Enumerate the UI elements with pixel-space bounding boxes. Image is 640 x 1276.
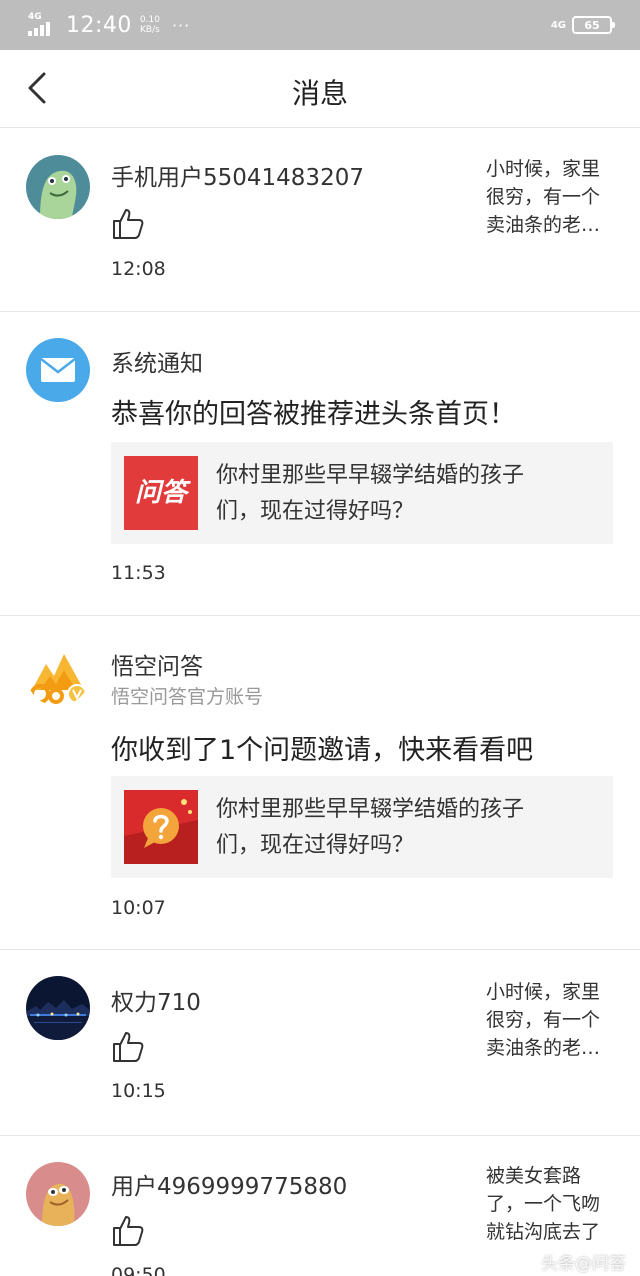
dinosaur-avatar-icon xyxy=(26,155,90,219)
message-headline: 你收到了1个问题邀请，快来看看吧 xyxy=(111,735,534,766)
question-card[interactable]: 问答 你村里那些早早辍学结婚的孩子 们，现在过得好吗？ xyxy=(111,442,613,544)
battery-icon: 65 xyxy=(572,16,615,34)
preview-line: 小时候，家里 xyxy=(486,981,601,1003)
message-time: 11:53 xyxy=(111,562,166,584)
card-title-line: 们，现在过得好吗？ xyxy=(216,833,415,858)
avatar[interactable] xyxy=(26,338,90,402)
sender-name[interactable]: 系统通知 xyxy=(111,344,203,378)
preview-line: 很穷，有一个 xyxy=(486,186,601,208)
network-type-label: 4G xyxy=(28,12,42,22)
question-card[interactable]: 你村里那些早早辍学结婚的孩子 们，现在过得好吗？ xyxy=(111,776,613,878)
question-bubble-icon xyxy=(124,799,198,864)
card-title-line: 你村里那些早早辍学结婚的孩子 xyxy=(216,797,525,822)
message-time: 12:08 xyxy=(111,258,166,280)
more-notifications-icon: ··· xyxy=(171,15,191,35)
question-bubble-thumbnail xyxy=(124,790,198,864)
message-preview[interactable]: 小时候，家里 很穷，有一个 卖油条的老… xyxy=(486,978,618,1062)
message-item[interactable]: 权力710 10:15 小时候，家里 很穷，有一个 卖油条的老… xyxy=(0,950,640,1136)
message-preview[interactable]: 小时候，家里 很穷，有一个 卖油条的老… xyxy=(486,155,618,239)
card-title: 你村里那些早早辍学结婚的孩子 们，现在过得好吗？ xyxy=(216,792,596,864)
status-bar: 4G 12:40 0.10 KB/s ··· 4G 65 xyxy=(0,0,640,50)
network-type-right: 4G xyxy=(550,19,566,31)
sender-subtitle: 悟空问答官方账号 xyxy=(111,686,264,708)
card-title-line: 你村里那些早早辍学结婚的孩子 xyxy=(216,463,525,488)
battery-level: 65 xyxy=(584,18,600,32)
avatar[interactable] xyxy=(26,155,90,219)
cartoon-avatar-icon xyxy=(26,1162,90,1226)
preview-line: 了，一个飞吻 xyxy=(486,1193,601,1215)
preview-line: 被美女套路 xyxy=(486,1165,582,1187)
avatar[interactable] xyxy=(26,1162,90,1226)
speed-value: 0.10 xyxy=(139,15,160,25)
sender-name[interactable]: 权力710 xyxy=(111,983,201,1017)
speed-unit: KB/s xyxy=(140,25,160,35)
preview-line: 卖油条的老… xyxy=(486,1037,601,1059)
preview-line: 就钻沟底去了 xyxy=(486,1221,601,1243)
sender-name[interactable]: 手机用户55041483207 xyxy=(111,158,364,192)
network-speed: 0.10 KB/s xyxy=(140,15,160,35)
message-time: 09:50 xyxy=(111,1264,166,1276)
message-time: 10:15 xyxy=(111,1080,166,1102)
thumbs-up-icon[interactable] xyxy=(111,207,145,241)
preview-line: 小时候，家里 xyxy=(486,158,601,180)
thumbs-up-icon[interactable] xyxy=(111,1214,145,1248)
avatar[interactable] xyxy=(26,642,90,706)
mail-icon xyxy=(40,358,76,382)
page-title: 消息 xyxy=(291,77,348,110)
message-item[interactable]: 悟空问答 悟空问答官方账号 你收到了1个问题邀请，快来看看吧 你村里那些早早辍学… xyxy=(0,616,640,950)
watermark: 头条@问答 xyxy=(541,1254,626,1274)
night-city-avatar-icon xyxy=(26,976,90,1040)
qa-logo: 问答 xyxy=(124,456,198,530)
preview-line: 很穷，有一个 xyxy=(486,1009,601,1031)
message-time: 10:07 xyxy=(111,897,166,919)
sender-name[interactable]: 悟空问答 xyxy=(111,647,203,681)
message-item[interactable]: 手机用户55041483207 12:08 小时候，家里 很穷，有一个 卖油条的… xyxy=(0,129,640,312)
card-title: 你村里那些早早辍学结婚的孩子 们，现在过得好吗？ xyxy=(216,458,596,530)
message-preview[interactable]: 被美女套路 了，一个飞吻 就钻沟底去了 xyxy=(486,1162,618,1246)
preview-line: 卖油条的老… xyxy=(486,214,601,236)
app-header: 消息 xyxy=(0,50,640,128)
signal-icon: 4G xyxy=(28,12,60,38)
message-item[interactable]: 系统通知 恭喜你的回答被推荐进头条首页！ 问答 你村里那些早早辍学结婚的孩子 们… xyxy=(0,312,640,616)
qa-logo-text: 问答 xyxy=(134,478,187,508)
avatar[interactable] xyxy=(26,976,90,1040)
card-title-line: 们，现在过得好吗？ xyxy=(216,499,415,524)
message-headline: 恭喜你的回答被推荐进头条首页！ xyxy=(111,399,516,430)
status-time: 12:40 xyxy=(66,12,132,38)
message-item[interactable]: 用户4969999775880 09:50 被美女套路 了，一个飞吻 就钻沟底去… xyxy=(0,1136,640,1276)
sender-name[interactable]: 用户4969999775880 xyxy=(111,1167,347,1201)
wukong-logo-icon xyxy=(30,654,87,704)
thumbs-up-icon[interactable] xyxy=(111,1030,145,1064)
